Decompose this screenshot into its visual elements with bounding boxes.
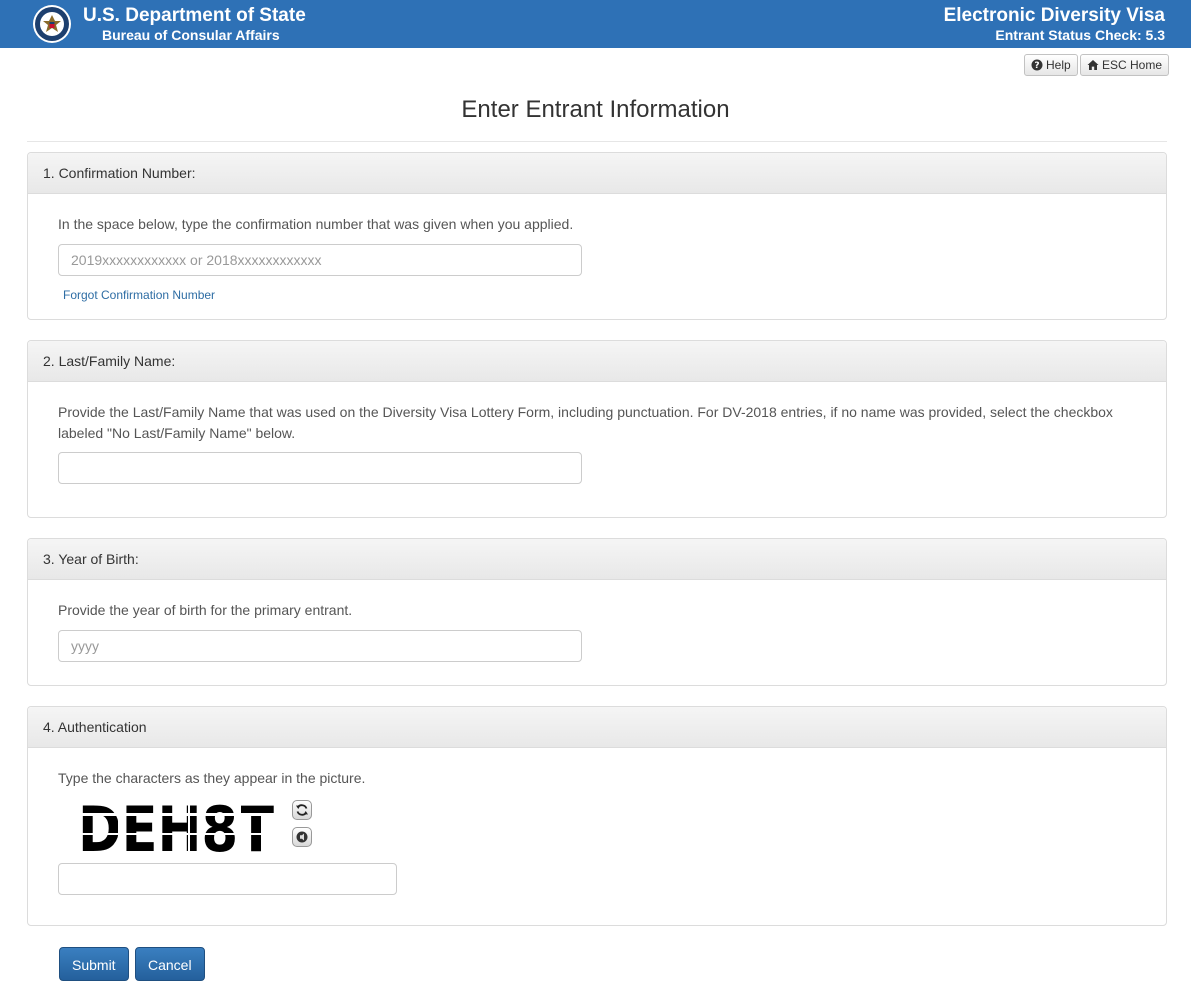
authentication-instruction: Type the characters as they appear in th… xyxy=(58,770,366,786)
esc-home-button[interactable]: ESC Home xyxy=(1080,54,1170,76)
question-circle-icon: ? xyxy=(1031,59,1043,71)
captcha-characters: DEH8T xyxy=(78,797,274,859)
help-button[interactable]: ? Help xyxy=(1024,54,1078,76)
year-of-birth-input[interactable] xyxy=(58,630,582,662)
last-name-heading: 2. Last/Family Name: xyxy=(28,341,1166,382)
year-of-birth-heading: 3. Year of Birth: xyxy=(28,539,1166,580)
authentication-heading: 4. Authentication xyxy=(28,707,1166,748)
last-name-instruction: Provide the Last/Family Name that was us… xyxy=(58,404,1113,441)
app-version: Entrant Status Check: 5.3 xyxy=(995,27,1165,43)
site-header: U.S. Department of State Bureau of Consu… xyxy=(0,0,1191,48)
department-title: U.S. Department of State xyxy=(83,5,306,26)
bureau-subtitle: Bureau of Consular Affairs xyxy=(102,27,280,43)
refresh-icon xyxy=(296,804,308,816)
home-icon xyxy=(1087,60,1099,70)
captcha-refresh-button[interactable] xyxy=(292,800,312,820)
authentication-panel: 4. Authentication Type the characters as… xyxy=(27,706,1167,926)
app-title: Electronic Diversity Visa xyxy=(943,5,1165,26)
svg-text:?: ? xyxy=(1034,61,1039,71)
title-divider xyxy=(27,141,1167,142)
cancel-button[interactable]: Cancel xyxy=(135,947,205,981)
esc-home-button-label: ESC Home xyxy=(1102,58,1163,72)
state-department-seal-icon xyxy=(33,5,71,43)
audio-icon xyxy=(296,831,308,843)
forgot-confirmation-link[interactable]: Forgot Confirmation Number xyxy=(63,288,215,302)
captcha-image: DEH8T xyxy=(78,797,278,859)
confirmation-number-input[interactable] xyxy=(58,244,582,276)
confirmation-number-heading: 1. Confirmation Number: xyxy=(28,153,1166,194)
page-title: Enter Entrant Information xyxy=(461,96,730,123)
confirmation-number-instruction: In the space below, type the confirmatio… xyxy=(58,216,574,232)
help-button-label: Help xyxy=(1046,58,1071,72)
confirmation-number-panel: 1. Confirmation Number: In the space bel… xyxy=(27,152,1167,320)
last-name-panel: 2. Last/Family Name: Provide the Last/Fa… xyxy=(27,340,1167,518)
last-name-input[interactable] xyxy=(58,452,582,484)
year-of-birth-panel: 3. Year of Birth: Provide the year of bi… xyxy=(27,538,1167,686)
year-of-birth-instruction: Provide the year of birth for the primar… xyxy=(58,602,353,618)
captcha-audio-button[interactable] xyxy=(292,827,312,847)
captcha-input[interactable] xyxy=(58,863,397,895)
submit-button[interactable]: Submit xyxy=(59,947,129,981)
